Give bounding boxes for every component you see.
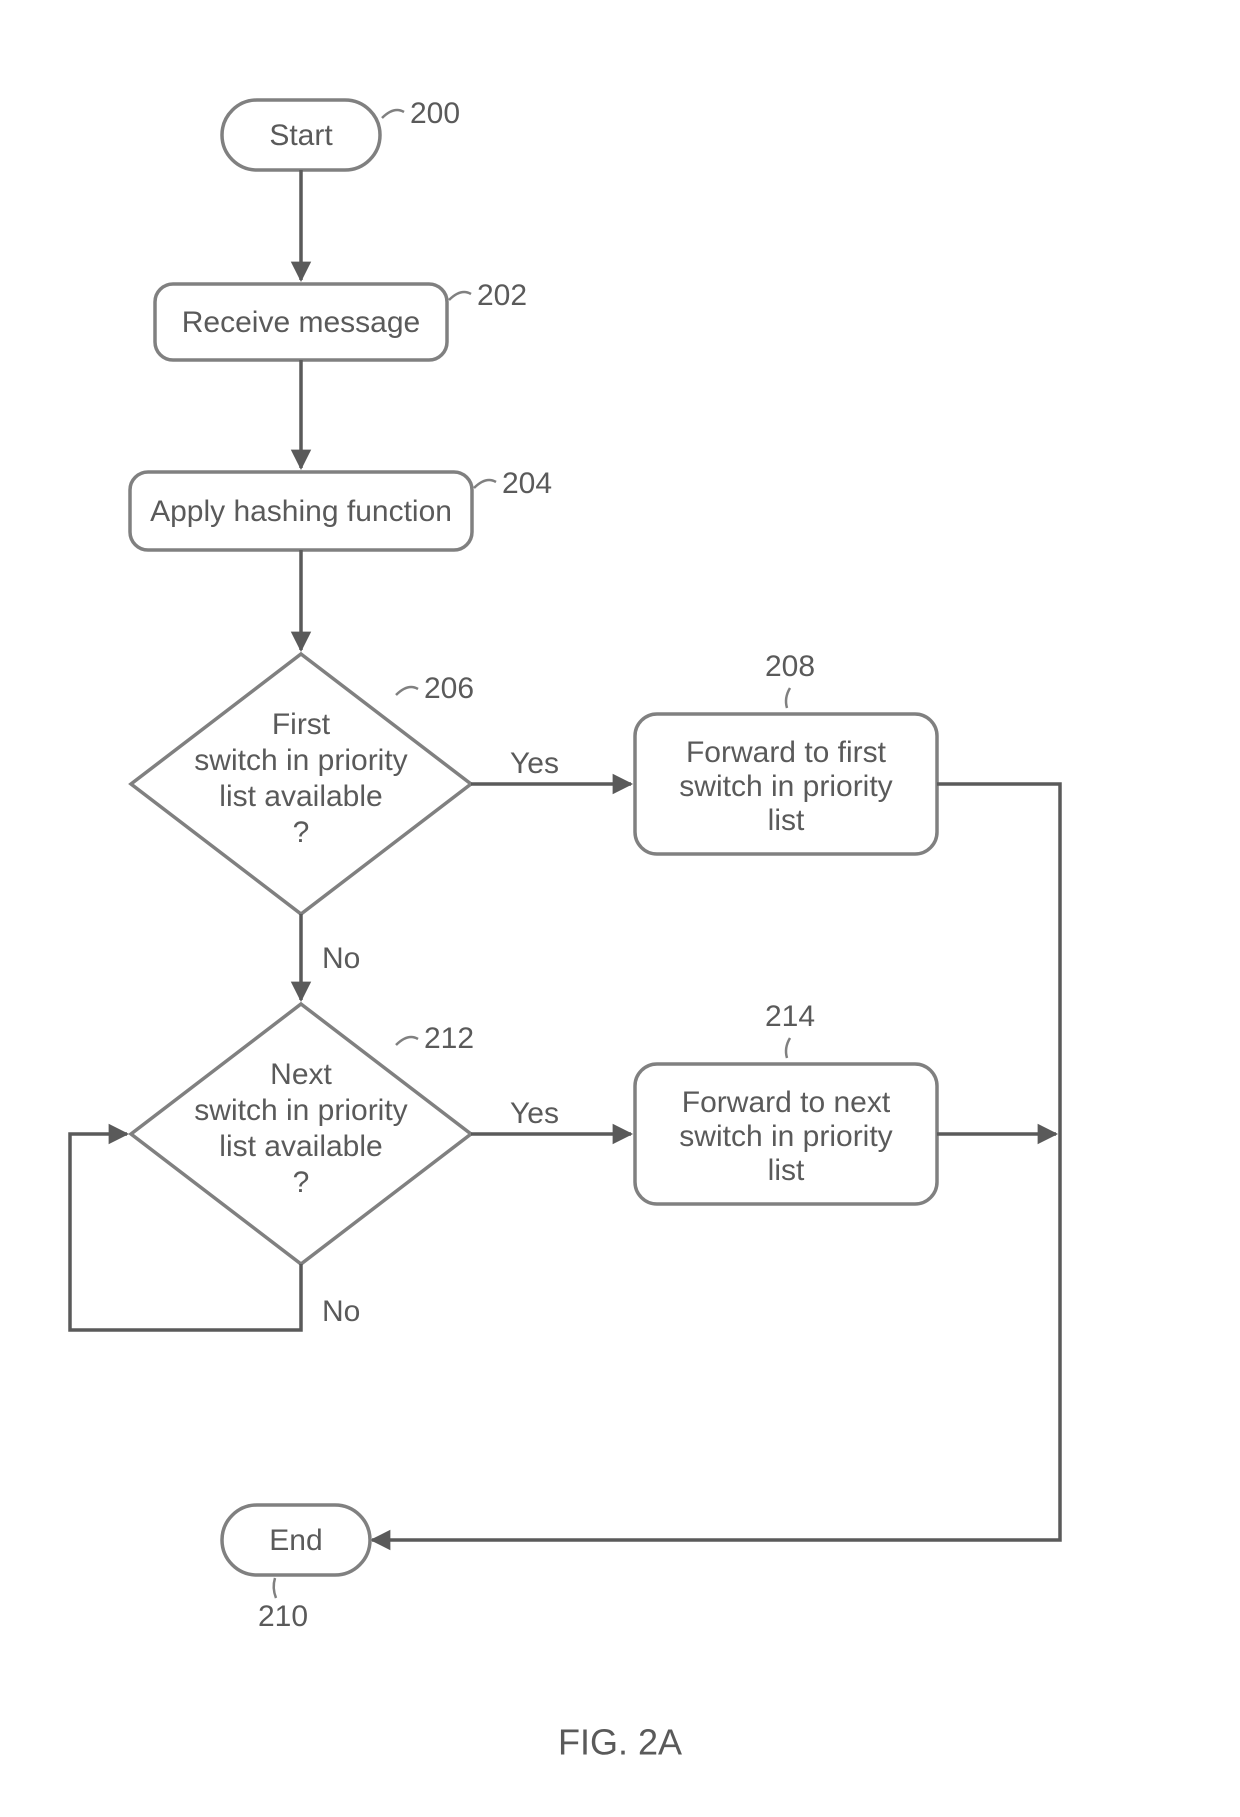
fwd1-ref: 208 (765, 650, 815, 683)
fwd2-l1: Forward to next (682, 1086, 891, 1119)
receive-ref: 202 (477, 279, 527, 312)
dec2-l4: ? (293, 1166, 310, 1199)
receive-label: Receive message (182, 306, 420, 339)
dec1-l4: ? (293, 816, 310, 849)
hash-label: Apply hashing function (150, 495, 452, 528)
fwd2-l2: switch in priority (679, 1120, 892, 1153)
dec1-l2: switch in priority (194, 744, 407, 777)
dec1-l1: First (272, 708, 331, 741)
dec2-yes: Yes (510, 1097, 559, 1130)
fwd1-l2: switch in priority (679, 770, 892, 803)
hash-ref: 204 (502, 467, 552, 500)
fwd1-l1: Forward to first (686, 736, 887, 769)
dec1-ref: 206 (424, 672, 474, 705)
dec1-yes: Yes (510, 747, 559, 780)
fwd2-l3: list (768, 1154, 805, 1187)
dec1-l3: list available (219, 780, 382, 813)
flowchart-svg: Start 200 Receive message 202 Apply hash… (0, 0, 1240, 1817)
dec2-ref: 212 (424, 1022, 474, 1055)
dec2-no: No (322, 1295, 360, 1328)
dec1-no: No (322, 942, 360, 975)
fwd1-l3: list (768, 804, 805, 837)
end-ref: 210 (258, 1600, 308, 1633)
start-ref: 200 (410, 97, 460, 130)
end-label: End (269, 1524, 322, 1557)
dec2-l3: list available (219, 1130, 382, 1163)
dec2-l1: Next (270, 1058, 332, 1091)
figure-caption: FIG. 2A (558, 1722, 682, 1763)
start-label: Start (269, 119, 333, 152)
dec2-l2: switch in priority (194, 1094, 407, 1127)
fwd2-ref: 214 (765, 1000, 815, 1033)
